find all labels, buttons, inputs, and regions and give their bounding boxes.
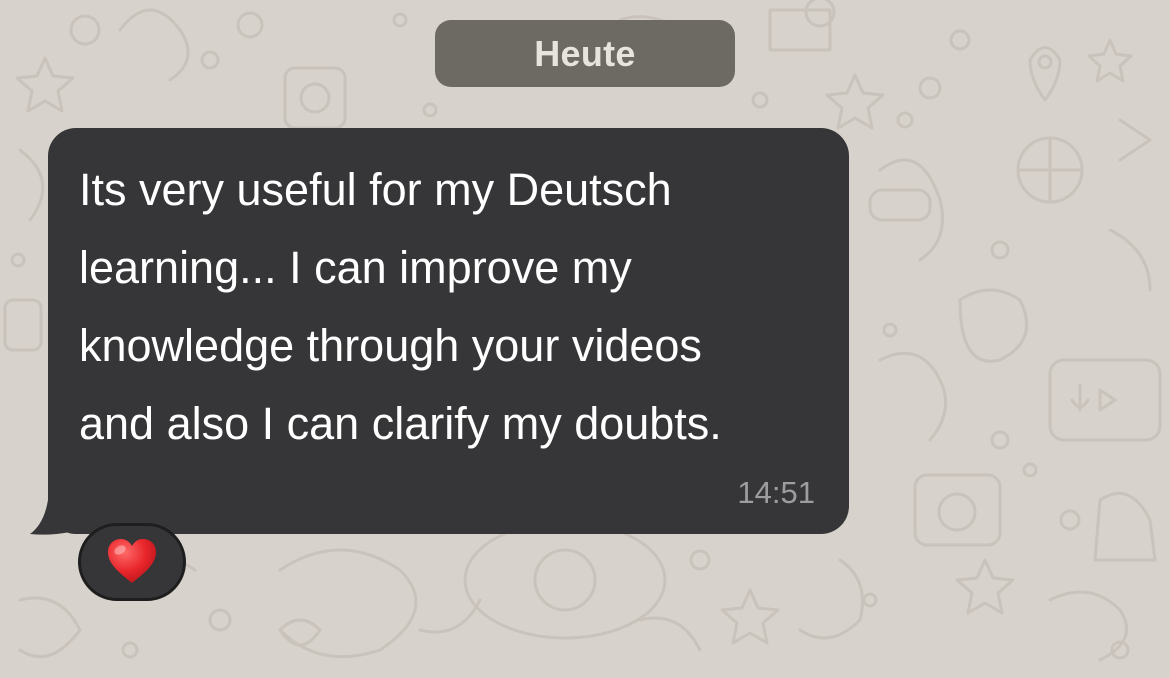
message-text: Its very useful for my Deutsch learning.… [79,164,722,449]
date-divider: Heute [435,20,735,87]
incoming-message-bubble[interactable]: Its very useful for my Deutsch learning.… [48,128,849,534]
message-reaction[interactable] [78,523,186,601]
message-timestamp: 14:51 [737,475,815,510]
heart-icon [108,539,156,583]
